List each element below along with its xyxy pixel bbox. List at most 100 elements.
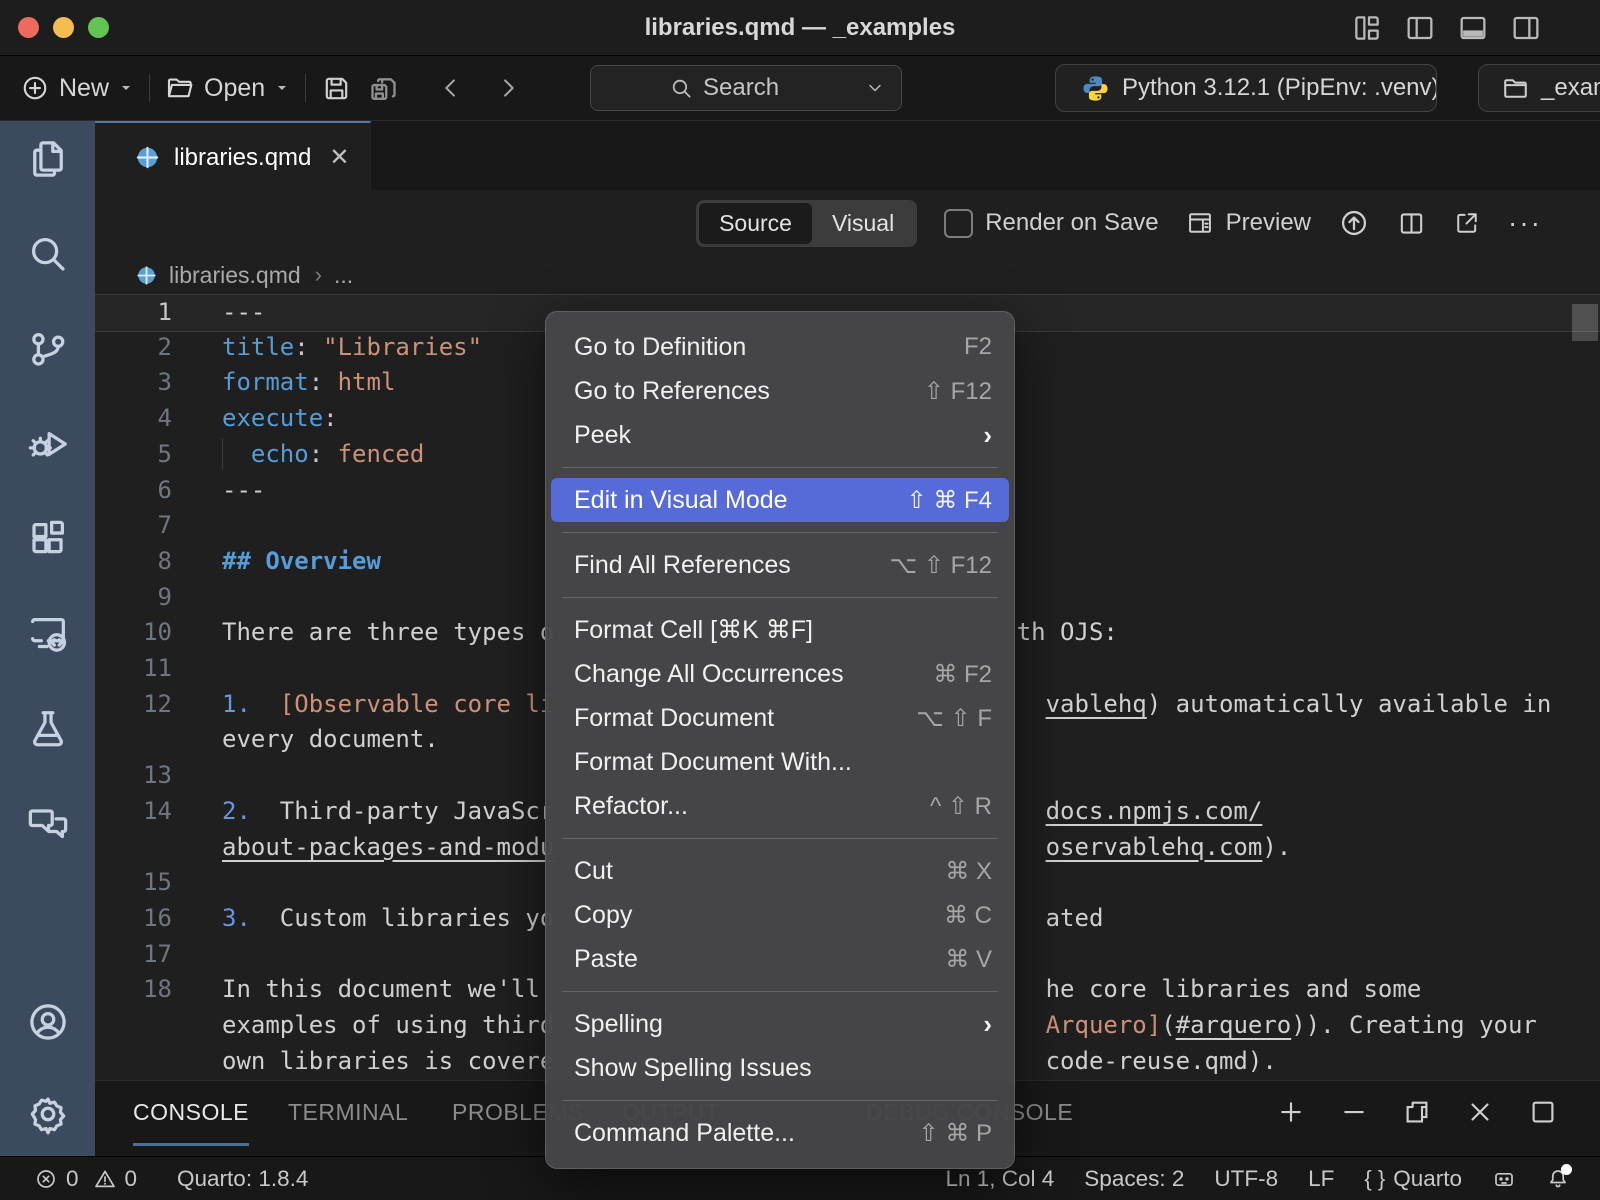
- folder-open-icon: [165, 73, 195, 103]
- code-text: (: [1161, 1008, 1175, 1044]
- menu-item-go-to-references[interactable]: Go to References⇧ F12: [546, 369, 1014, 413]
- status-0[interactable]: 0: [34, 1166, 79, 1192]
- code-link[interactable]: vablehq: [1046, 687, 1147, 723]
- menu-item-refactor[interactable]: Refactor...^ ⇧ R: [546, 784, 1014, 828]
- line-number: 12: [95, 687, 172, 723]
- preview-button[interactable]: Preview: [1186, 209, 1311, 237]
- chevron-down-icon[interactable]: [865, 78, 885, 98]
- search-box[interactable]: Search: [590, 65, 902, 111]
- status-utf-8[interactable]: UTF-8: [1214, 1166, 1278, 1192]
- toggle-panel-icon[interactable]: [1457, 12, 1489, 44]
- sidebar-item-settings[interactable]: [24, 1090, 72, 1138]
- plus-icon[interactable]: [1276, 1097, 1306, 1127]
- menu-item-label: Show Spelling Issues: [574, 1054, 992, 1083]
- python-logo-icon: [1080, 73, 1111, 104]
- open-in-new-window-icon[interactable]: [1453, 209, 1481, 237]
- code-link[interactable]: oservablehq.com: [1046, 830, 1263, 866]
- status-quarto[interactable]: { }Quarto: [1364, 1166, 1462, 1192]
- source-mode-button[interactable]: Source: [699, 203, 812, 244]
- menu-item-copy[interactable]: Copy⌘ C: [546, 893, 1014, 937]
- code-text: Custom libraries yo: [280, 901, 555, 937]
- sidebar-item-testing[interactable]: [24, 705, 72, 753]
- code-link[interactable]: docs.npmjs.com/: [1046, 794, 1263, 830]
- breadcrumb-file[interactable]: libraries.qmd: [169, 262, 301, 289]
- customize-layout-icon[interactable]: [1351, 12, 1383, 44]
- menu-item-format-document-with[interactable]: Format Document With...: [546, 740, 1014, 784]
- plus-circle-icon: [20, 73, 50, 103]
- sidebar-item-search[interactable]: [24, 230, 72, 278]
- menu-item-spelling[interactable]: Spelling›: [546, 1002, 1014, 1046]
- toggle-primary-sidebar-icon[interactable]: [1404, 12, 1436, 44]
- status-0[interactable]: 0: [93, 1166, 138, 1192]
- sidebar-item-account[interactable]: [24, 998, 72, 1046]
- sidebar-item-remote-explorer[interactable]: [24, 610, 72, 658]
- code-text: "Libraries": [323, 330, 482, 366]
- render-on-save-checkbox[interactable]: [944, 209, 973, 238]
- code-text: In this document we'll: [222, 972, 540, 1008]
- open-button[interactable]: Open: [165, 73, 290, 103]
- code-text: he core libraries and some: [1046, 972, 1422, 1008]
- back-icon[interactable]: [437, 74, 465, 102]
- sidebar-item-source-control[interactable]: [24, 325, 72, 373]
- status-bell[interactable]: [1546, 1167, 1570, 1191]
- indent-guide: [222, 439, 223, 471]
- sidebar-item-comments[interactable]: [24, 800, 72, 848]
- menu-item-paste[interactable]: Paste⌘ V: [546, 937, 1014, 981]
- workspace-selector[interactable]: _examples: [1478, 64, 1600, 112]
- menu-item-edit-in-visual-mode[interactable]: Edit in Visual Mode⇧ ⌘ F4: [551, 478, 1009, 522]
- panel-tab-console[interactable]: CONSOLE: [133, 1081, 249, 1146]
- menu-item-command-palette[interactable]: Command Palette...⇧ ⌘ P: [546, 1111, 1014, 1155]
- render-icon[interactable]: [1338, 207, 1370, 239]
- menu-item-format-document[interactable]: Format Document⌥ ⇧ F: [546, 696, 1014, 740]
- status-text: 0: [125, 1166, 138, 1192]
- interpreter-selector[interactable]: Python 3.12.1 (PipEnv: .venv): [1055, 64, 1437, 112]
- status-quarto-1-8-4[interactable]: Quarto: 1.8.4: [177, 1166, 308, 1192]
- status-lf[interactable]: LF: [1308, 1166, 1334, 1192]
- code-text: title: [222, 330, 294, 366]
- menu-item-label: Go to References: [574, 377, 924, 406]
- interpreter-label: Python 3.12.1 (PipEnv: .venv): [1122, 74, 1437, 102]
- status-copilot[interactable]: [1492, 1167, 1516, 1191]
- save-icon[interactable]: [321, 73, 352, 104]
- sidebar-item-extensions[interactable]: [24, 515, 72, 563]
- close-icon[interactable]: [1465, 1097, 1495, 1127]
- menu-item-find-all-references[interactable]: Find All References⌥ ⇧ F12: [546, 543, 1014, 587]
- panel-tab-terminal[interactable]: TERMINAL: [288, 1081, 408, 1143]
- menu-item-label: Format Document: [574, 704, 916, 733]
- settings-icon: [25, 1091, 71, 1137]
- menu-item-label: Edit in Visual Mode: [574, 486, 907, 515]
- split-editor-icon[interactable]: [1397, 209, 1426, 238]
- code-text: examples of using third: [222, 1008, 554, 1044]
- more-actions-icon[interactable]: ···: [1508, 207, 1542, 239]
- tab-libraries-qmd[interactable]: libraries.qmd ✕: [95, 121, 371, 192]
- menu-item-change-all-occurrences[interactable]: Change All Occurrences⌘ F2: [546, 652, 1014, 696]
- menu-item-format-cell-k-f[interactable]: Format Cell [⌘K ⌘F]: [546, 608, 1014, 652]
- toggle-secondary-sidebar-icon[interactable]: [1510, 12, 1542, 44]
- status-ln-1-col-4[interactable]: Ln 1, Col 4: [945, 1166, 1054, 1192]
- close-tab-icon[interactable]: ✕: [329, 143, 349, 172]
- account-icon: [25, 999, 71, 1045]
- code-link[interactable]: #arquero: [1176, 1008, 1292, 1044]
- line-number: 3: [95, 365, 172, 401]
- breadcrumb-more[interactable]: ...: [334, 262, 353, 289]
- code-text: 2.: [222, 794, 251, 830]
- sidebar-item-explorer[interactable]: [24, 135, 72, 183]
- sidebar-item-run-debug[interactable]: [24, 420, 72, 468]
- layout-square-icon[interactable]: [1528, 1097, 1558, 1127]
- status-spaces-2[interactable]: Spaces: 2: [1084, 1166, 1184, 1192]
- forward-icon[interactable]: [494, 74, 522, 102]
- menu-item-cut[interactable]: Cut⌘ X: [546, 849, 1014, 893]
- editor-tab-strip: libraries.qmd ✕: [95, 121, 1600, 190]
- restore-icon[interactable]: [1402, 1097, 1432, 1127]
- menu-item-peek[interactable]: Peek›: [546, 413, 1014, 457]
- title-bar: libraries.qmd — _examples: [0, 0, 1600, 56]
- new-button[interactable]: New: [20, 73, 134, 103]
- minus-icon[interactable]: [1339, 1097, 1369, 1127]
- source-visual-toggle: Source Visual: [696, 200, 917, 247]
- visual-mode-button[interactable]: Visual: [812, 203, 914, 244]
- menu-item-go-to-definition[interactable]: Go to DefinitionF2: [546, 325, 1014, 369]
- menu-item-label: Spelling: [574, 1010, 983, 1039]
- menu-item-show-spelling-issues[interactable]: Show Spelling Issues: [546, 1046, 1014, 1090]
- save-all-icon[interactable]: [367, 72, 400, 105]
- code-link[interactable]: about-packages-and-modu: [222, 830, 554, 866]
